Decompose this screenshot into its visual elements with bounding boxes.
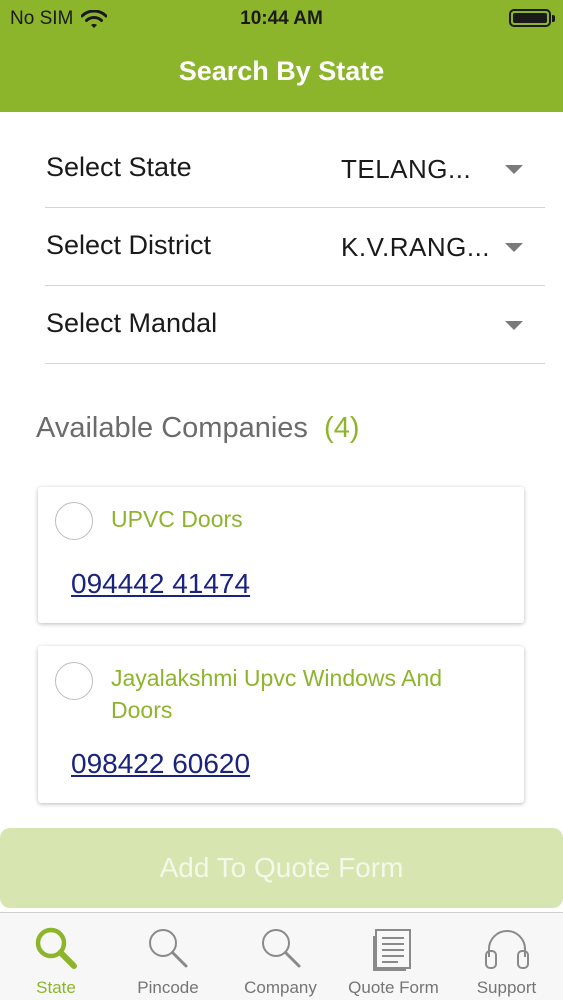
tab-state-label: State	[36, 978, 76, 997]
chevron-down-icon	[505, 321, 523, 330]
chevron-down-icon	[505, 243, 523, 252]
district-select-label: Select District	[46, 230, 212, 260]
tab-support-label: Support	[476, 978, 537, 997]
available-companies-heading: Available Companies (4)	[36, 412, 359, 445]
tab-pincode-label: Pincode	[137, 978, 199, 997]
company-phone-link[interactable]: 098422 60620	[71, 748, 250, 780]
state-select-value: TELANG...	[341, 154, 472, 184]
tab-bar: State Pincode Company Quote Form Support	[0, 912, 563, 1000]
page-title: Search By State	[178, 56, 385, 86]
company-select-radio[interactable]	[55, 502, 93, 540]
document-icon	[372, 929, 411, 971]
tab-company-label: Company	[244, 978, 317, 997]
company-card: UPVC Doors 094442 41474	[38, 487, 524, 623]
company-name: Jayalakshmi Upvc Windows And Doors	[111, 665, 443, 723]
tab-quote-form[interactable]: Quote Form	[337, 913, 450, 1000]
chevron-down-icon	[505, 165, 523, 174]
status-bar: No SIM 10:44 AM	[0, 0, 563, 36]
available-companies-title: Available Companies	[36, 412, 308, 444]
search-icon	[261, 929, 300, 968]
tab-support[interactable]: Support	[450, 913, 563, 1000]
district-select-value: K.V.RANG...	[341, 232, 491, 262]
add-to-quote-button[interactable]: Add To Quote Form	[0, 828, 563, 908]
companies-count: (4)	[324, 412, 360, 444]
mandal-select-label: Select Mandal	[46, 308, 218, 338]
search-icon	[35, 927, 77, 969]
district-select[interactable]: Select District K.V.RANG...	[45, 208, 545, 286]
tab-quote-form-label: Quote Form	[348, 978, 439, 997]
state-select-label: Select State	[46, 152, 192, 182]
battery-fill	[513, 13, 547, 23]
tab-state[interactable]: State	[0, 913, 112, 1000]
company-select-radio[interactable]	[55, 662, 93, 700]
company-name: UPVC Doors	[111, 506, 243, 532]
tab-company[interactable]: Company	[224, 913, 337, 1000]
header-bar: No SIM 10:44 AM Search By State	[0, 0, 563, 112]
status-time: 10:44 AM	[240, 8, 323, 29]
headphones-icon	[484, 930, 529, 969]
tab-pincode[interactable]: Pincode	[112, 913, 224, 1000]
company-phone-link[interactable]: 094442 41474	[71, 568, 250, 600]
state-select[interactable]: Select State TELANG...	[45, 130, 545, 208]
mandal-select[interactable]: Select Mandal	[45, 286, 545, 364]
search-icon	[149, 929, 188, 968]
company-card: Jayalakshmi Upvc Windows And Doors 09842…	[38, 646, 524, 803]
battery-icon	[509, 9, 555, 27]
